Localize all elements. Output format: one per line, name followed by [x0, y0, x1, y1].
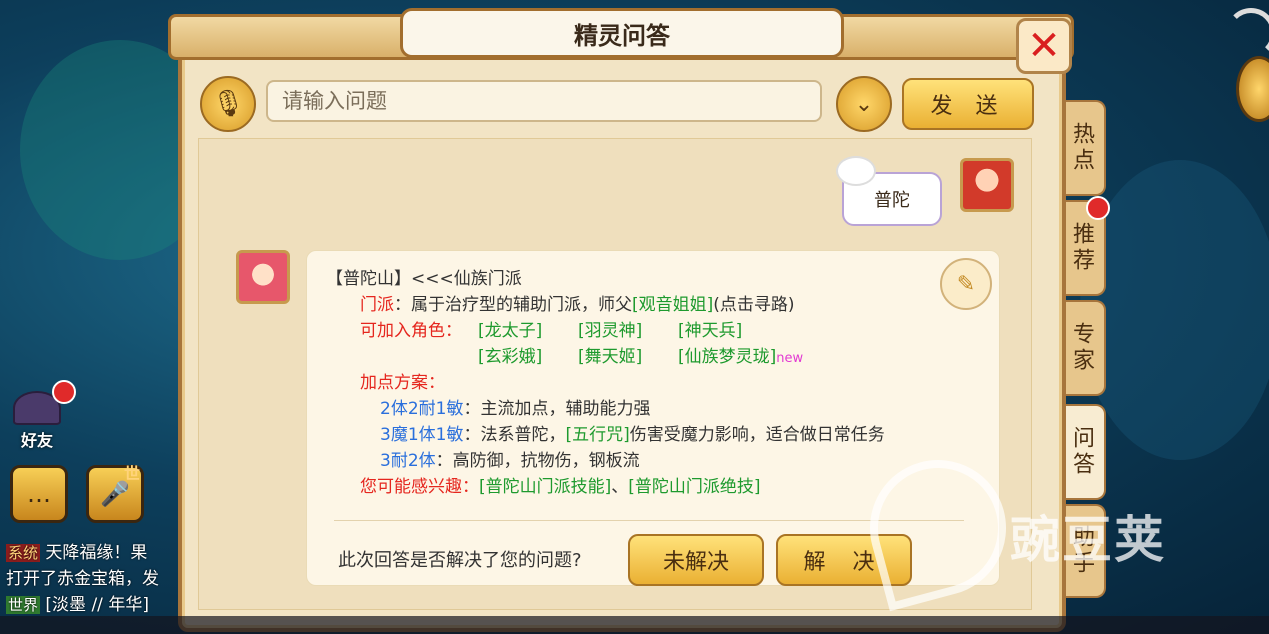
- interest-label: 您可能感兴趣：: [360, 477, 479, 497]
- bottom-status-bar: [0, 616, 1269, 634]
- unsolved-label: 未解决: [662, 550, 729, 575]
- master-hint: (点击寻路): [713, 295, 795, 315]
- voice-world-badge: 世: [124, 464, 141, 483]
- plan-line: 3耐2体：高防御，抗物伤，钢板流: [380, 446, 640, 471]
- watermark-text: 豌豆荚: [1010, 511, 1166, 569]
- plan-label: 加点方案：: [360, 373, 445, 393]
- voice-input-button[interactable]: 🎙: [200, 76, 256, 132]
- plan-line: 3魔1体1敏：法系普陀，[五行咒]伤害受魔力影响，适合做日常任务: [380, 420, 885, 445]
- answer-heading: 【普陀山】<<<仙族门派: [326, 269, 522, 289]
- new-tag: new: [776, 351, 804, 366]
- sect-text: ：属于治疗型的辅助门派，师父: [394, 295, 632, 315]
- tab-label: 专家: [1069, 322, 1094, 374]
- friends-label: 好友: [20, 431, 53, 450]
- chat-line: 打开了赤金宝箱，发: [6, 564, 159, 589]
- interest-link[interactable]: [普陀山门派绝技]: [628, 477, 760, 497]
- answer-roles-line: 可加入角色：: [360, 316, 462, 341]
- role-link[interactable]: [舞天姬]: [578, 342, 642, 367]
- role-link-new: [仙族梦灵珑]new: [678, 342, 803, 367]
- role-link[interactable]: [神天兵]: [678, 316, 742, 341]
- chat-line-text: [淡墨 // 年华]: [40, 595, 149, 615]
- master-link[interactable]: [观音姐姐]: [632, 295, 713, 315]
- role-link[interactable]: [玄彩娥]: [478, 342, 542, 367]
- sheep-icon: [836, 156, 876, 186]
- role-link[interactable]: [仙族梦灵珑]: [678, 347, 776, 367]
- chat-channel-tag: 系统: [6, 544, 41, 562]
- send-label: 发 送: [930, 94, 1006, 119]
- left-hud: 好友 … 🎤 世 系统 天降福缘！果 打开了赤金宝箱，发 世界 [淡墨 // 年…: [0, 0, 200, 634]
- tab-label: 问答: [1069, 426, 1094, 478]
- plan-desc: ：主流加点，辅助能力强: [463, 399, 651, 419]
- user-avatar: [960, 158, 1014, 212]
- unsolved-button[interactable]: 未解决: [628, 534, 764, 586]
- tab-label: 热点: [1069, 122, 1094, 174]
- question-input[interactable]: [266, 80, 822, 122]
- chat-line: 世界 [淡墨 // 年华]: [6, 590, 149, 615]
- chat-bubble-icon[interactable]: …: [10, 465, 68, 523]
- interest-separator: 、: [611, 477, 629, 497]
- microphone-icon: 🎙: [211, 89, 245, 119]
- feedback-question: 此次回答是否解决了您的问题?: [338, 550, 582, 571]
- answer-sect-line: 门派：属于治疗型的辅助门派，师父[观音姐姐](点击寻路): [360, 290, 795, 315]
- roles-label: 可加入角色：: [360, 321, 462, 341]
- chat-line-text: 天降福缘！果: [40, 543, 148, 563]
- chat-channel-tag: 世界: [6, 596, 41, 614]
- user-message-text: 普陀: [874, 190, 910, 211]
- book-icon[interactable]: ✎: [940, 258, 992, 310]
- loading-ring-icon: [1226, 8, 1269, 58]
- interest-link[interactable]: [普陀山门派技能]: [479, 477, 611, 497]
- history-dropdown-button[interactable]: ⌄: [836, 76, 892, 132]
- plan-name: 2体2耐1敏: [380, 399, 464, 419]
- coin-icon[interactable]: [1236, 56, 1269, 122]
- send-button[interactable]: 发 送: [902, 78, 1034, 130]
- dialog-title: 精灵问答: [574, 21, 670, 50]
- chat-line: 系统 天降福缘！果: [6, 538, 147, 563]
- plan-name: 3魔1体1敏: [380, 425, 464, 445]
- role-link[interactable]: [羽灵神]: [578, 316, 642, 341]
- microphone-icon: 🎤: [100, 480, 130, 508]
- close-icon: ✕: [1027, 23, 1061, 69]
- spirit-avatar: [236, 250, 290, 304]
- recommend-notification-dot: [1086, 196, 1110, 220]
- skill-link[interactable]: [五行咒]: [565, 425, 629, 445]
- tab-label: 推荐: [1069, 222, 1094, 274]
- plan-name: 3耐2体: [380, 451, 436, 471]
- plan-desc: 伤害受魔力影响，适合做日常任务: [629, 425, 885, 445]
- close-button[interactable]: ✕: [1016, 18, 1072, 74]
- plan-desc: ：高防御，抗物伤，钢板流: [435, 451, 640, 471]
- sect-label: 门派: [360, 295, 394, 315]
- friends-notification-dot: [52, 380, 76, 404]
- role-link[interactable]: [龙太子]: [478, 316, 542, 341]
- plan-desc: ：法系普陀，: [463, 425, 566, 445]
- chat-line-text: 打开了赤金宝箱，发: [6, 569, 159, 589]
- interest-line: 您可能感兴趣：[普陀山门派技能]、[普陀山门派绝技]: [360, 472, 761, 497]
- chevron-down-icon: ⌄: [854, 91, 874, 117]
- dialog-title-plate: 精灵问答: [400, 8, 844, 58]
- plan-line: 2体2耐1敏：主流加点，辅助能力强: [380, 394, 650, 419]
